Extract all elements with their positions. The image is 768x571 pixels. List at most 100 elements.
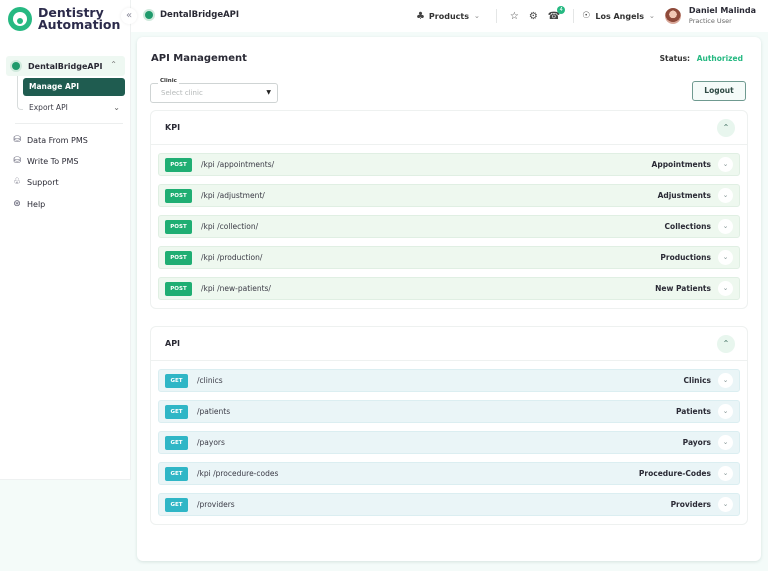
database-icon: ⛁ (13, 156, 21, 166)
method-badge: POST (165, 219, 192, 234)
products-dropdown[interactable]: ♣ Products ⌄ (416, 11, 480, 22)
database-icon: ⛁ (13, 135, 21, 145)
sidebar-item-dentalbridgeapi[interactable]: DentalBridgeAPI ⌃ (6, 56, 125, 76)
method-badge: GET (165, 497, 188, 512)
chevron-down-icon[interactable]: ⌄ (718, 188, 733, 203)
endpoint-path: /kpi /collection/ (201, 222, 259, 231)
collapse-sidebar-button[interactable]: « (121, 8, 137, 24)
method-badge: POST (165, 281, 192, 296)
endpoint-path: /clinics (197, 376, 223, 385)
endpoint-path: /kpi /new-patients/ (201, 284, 271, 293)
sidebar-item-label: Data From PMS (27, 135, 88, 145)
sidebar-item-data-from-pms[interactable]: ⛁ Data From PMS (12, 133, 88, 147)
sidebar-item-help[interactable]: ⊛ Help (12, 197, 45, 211)
logout-button[interactable]: Logout (692, 81, 746, 101)
endpoint-summary: Adjustments (657, 191, 711, 200)
endpoint-row[interactable]: GET/kpi /procedure-codes Procedure-Codes ⌄ (158, 462, 740, 485)
clinic-select[interactable]: Clinic Select clinic ▼ (150, 78, 278, 103)
endpoint-row[interactable]: POST/kpi /adjustment/Adjustments ⌄ (158, 184, 740, 207)
logo-text: Dentistry Automation (38, 6, 121, 32)
method-badge: GET (165, 404, 188, 419)
chevron-up-icon[interactable]: ⌃ (717, 119, 735, 137)
api-management-card: API Management Status: Authorized Clinic… (137, 37, 761, 561)
chevron-down-icon[interactable]: ⌄ (718, 157, 733, 172)
clinic-label: Clinic (158, 78, 179, 84)
chevron-down-icon: ⌄ (649, 12, 655, 20)
endpoint-summary: Appointments (651, 160, 711, 169)
chevron-down-icon: ⌄ (473, 12, 480, 20)
endpoint-row[interactable]: POST/kpi /appointments/Appointments ⌄ (158, 153, 740, 176)
sidebar-item-label: Help (27, 199, 46, 209)
endpoint-row[interactable]: POST/kpi /collection/Collections ⌄ (158, 215, 740, 238)
api-section-header[interactable]: API ⌃ (151, 327, 747, 361)
endpoint-summary: Patients (676, 407, 711, 416)
kpi-section-header[interactable]: KPI ⌃ (151, 111, 747, 145)
endpoint-path: /kpi /procedure-codes (197, 469, 279, 478)
chevron-down-icon[interactable]: ⌄ (718, 219, 733, 234)
chevron-down-icon[interactable]: ⌄ (718, 250, 733, 265)
status-badge: Authorized (696, 54, 743, 63)
bell-icon[interactable]: ☎ 4 (548, 5, 566, 22)
endpoint-summary: Productions (660, 253, 711, 262)
breadcrumb-label: DentalBridgeAPI (160, 10, 240, 20)
sidebar-divider (15, 123, 123, 124)
chevron-down-icon[interactable]: ⌄ (718, 466, 733, 481)
logo-icon (8, 7, 32, 31)
api-section: API ⌃ GET/clinics Clinics ⌄ GET/patients Pat… (150, 326, 748, 525)
sidebar-item-export-api[interactable]: Export API ⌄ (23, 100, 125, 116)
endpoint-summary: Payors (682, 438, 711, 447)
method-badge: GET (165, 373, 188, 388)
logo[interactable]: Dentistry Automation (8, 6, 121, 32)
app-root: Dentistry Automation DentalBridgeAPI ⌃ M… (0, 0, 768, 571)
endpoint-summary: Procedure-Codes (638, 469, 711, 478)
endpoint-row[interactable]: GET/patients Patients ⌄ (158, 400, 740, 423)
method-badge: GET (165, 435, 188, 450)
kpi-section: KPI ⌃ POST/kpi /appointments/Appointment… (150, 110, 748, 309)
chevron-down-icon[interactable]: ⌄ (718, 373, 733, 388)
location-pin-icon: ☉ (582, 11, 591, 21)
avatar[interactable] (664, 8, 681, 24)
chevron-down-icon[interactable]: ⌄ (718, 404, 733, 419)
endpoint-path: /kpi /production/ (201, 253, 263, 262)
endpoint-path: /providers (197, 500, 235, 509)
gear-icon[interactable]: ⚙ (529, 11, 538, 22)
api-endpoint-list: GET/clinics Clinics ⌄ GET/patients Patients ⌄… (151, 361, 747, 524)
user-info[interactable]: Daniel Malinda Practice User (689, 6, 756, 26)
sidebar-item-label: Write To PMS (27, 156, 79, 166)
sidebar-item-manage-api[interactable]: Manage API (23, 78, 125, 96)
notification-badge: 4 (557, 5, 566, 14)
breadcrumb: DentalBridgeAPI (145, 10, 239, 20)
method-badge: POST (165, 250, 192, 265)
endpoint-row[interactable]: GET/clinics Clinics ⌄ (158, 369, 740, 392)
chevron-down-icon[interactable]: ⌄ (718, 281, 733, 296)
kpi-endpoint-list: POST/kpi /appointments/Appointments ⌄ POST… (151, 145, 747, 308)
page-title: API Management (151, 53, 247, 64)
clinic-placeholder: Select clinic (161, 89, 203, 97)
logo-line-2: Automation (38, 17, 121, 32)
endpoint-row[interactable]: GET/providers Providers ⌄ (158, 493, 740, 516)
location-label: Los Angels (595, 11, 645, 21)
method-badge: GET (165, 466, 188, 481)
sidebar-item-write-to-pms[interactable]: ⛁ Write To PMS (12, 154, 78, 168)
section-title: API (165, 339, 181, 348)
endpoint-path: /patients (197, 407, 231, 416)
endpoint-row[interactable]: GET/payors Payors ⌄ (158, 431, 740, 454)
endpoint-row[interactable]: POST/kpi /production/Productions ⌄ (158, 246, 740, 269)
endpoint-path: /kpi /adjustment/ (201, 191, 265, 200)
sidebar-item-support[interactable]: ♧ Support (12, 175, 59, 189)
endpoint-path: /kpi /appointments/ (201, 160, 275, 169)
endpoint-path: /payors (197, 438, 225, 447)
chevron-down-icon[interactable]: ⌄ (718, 497, 733, 512)
sidebar-item-label: Support (27, 177, 59, 187)
endpoint-summary: New Patients (655, 284, 711, 293)
location-dropdown[interactable]: ☉ Los Angels ⌄ (582, 11, 655, 21)
chevron-up-icon: ⌃ (110, 60, 117, 69)
chevron-down-icon[interactable]: ⌄ (718, 435, 733, 450)
endpoint-row[interactable]: POST/kpi /new-patients/New Patients ⌄ (158, 277, 740, 300)
help-icon: ⊛ (13, 199, 21, 209)
star-icon[interactable]: ☆ (510, 11, 519, 22)
chevron-up-icon[interactable]: ⌃ (717, 335, 735, 353)
dot-icon (12, 62, 20, 70)
endpoint-summary: Clinics (683, 376, 711, 385)
products-label: Products (428, 11, 469, 21)
